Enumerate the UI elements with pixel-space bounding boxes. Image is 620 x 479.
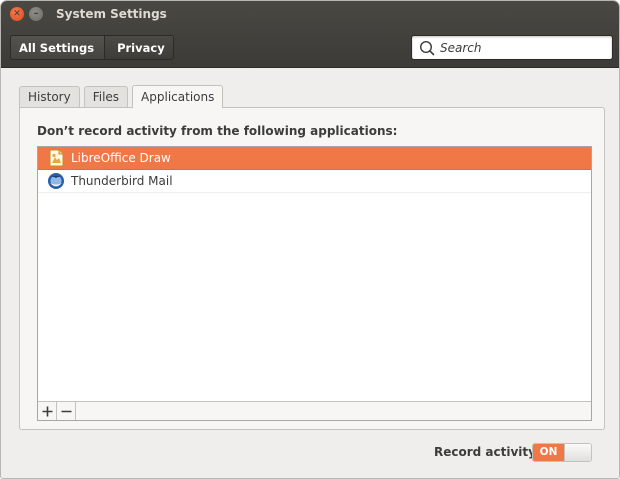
record-activity-label: Record activity xyxy=(434,445,536,459)
excluded-apps-list[interactable]: LibreOffice Draw Thunderbird Mail xyxy=(37,146,592,421)
minus-icon xyxy=(61,410,71,412)
record-activity-switch[interactable]: ON xyxy=(532,443,592,462)
tab-history[interactable]: History xyxy=(19,86,80,108)
switch-knob[interactable] xyxy=(564,444,591,461)
title-bar: ✕ – System Settings xyxy=(1,1,619,29)
breadcrumb-all-settings[interactable]: All Settings xyxy=(10,35,106,60)
breadcrumb: All Settings Privacy xyxy=(10,35,174,60)
window-header: ✕ – System Settings All Settings Privacy xyxy=(1,1,619,68)
minimize-window-button[interactable]: – xyxy=(29,7,43,21)
close-window-button[interactable]: ✕ xyxy=(10,7,24,21)
list-item[interactable]: LibreOffice Draw xyxy=(38,147,591,170)
breadcrumb-privacy[interactable]: Privacy xyxy=(105,35,174,60)
add-app-button[interactable] xyxy=(38,402,57,420)
window-title: System Settings xyxy=(56,7,167,21)
close-icon: ✕ xyxy=(13,9,21,19)
search-icon xyxy=(419,40,435,56)
tab-files[interactable]: Files xyxy=(83,86,129,108)
search-input[interactable] xyxy=(440,39,605,57)
remove-app-button[interactable] xyxy=(57,402,76,420)
app-name: Thunderbird Mail xyxy=(71,174,173,188)
tab-bar: History Files Applications xyxy=(19,85,227,108)
list-item[interactable]: Thunderbird Mail xyxy=(38,170,591,193)
switch-state: ON xyxy=(533,444,564,461)
plus-icon xyxy=(42,406,52,416)
tab-applications[interactable]: Applications xyxy=(132,85,224,108)
search-box[interactable] xyxy=(411,35,613,60)
thunderbird-icon xyxy=(48,173,64,189)
list-toolbar xyxy=(38,401,591,420)
minimize-icon: – xyxy=(33,9,39,19)
panel-heading: Don’t record activity from the following… xyxy=(37,124,398,138)
app-name: LibreOffice Draw xyxy=(71,151,171,165)
system-settings-window: ✕ – System Settings All Settings Privacy… xyxy=(0,0,620,479)
applications-panel: Don’t record activity from the following… xyxy=(19,107,605,430)
libreoffice-draw-icon xyxy=(49,149,64,167)
